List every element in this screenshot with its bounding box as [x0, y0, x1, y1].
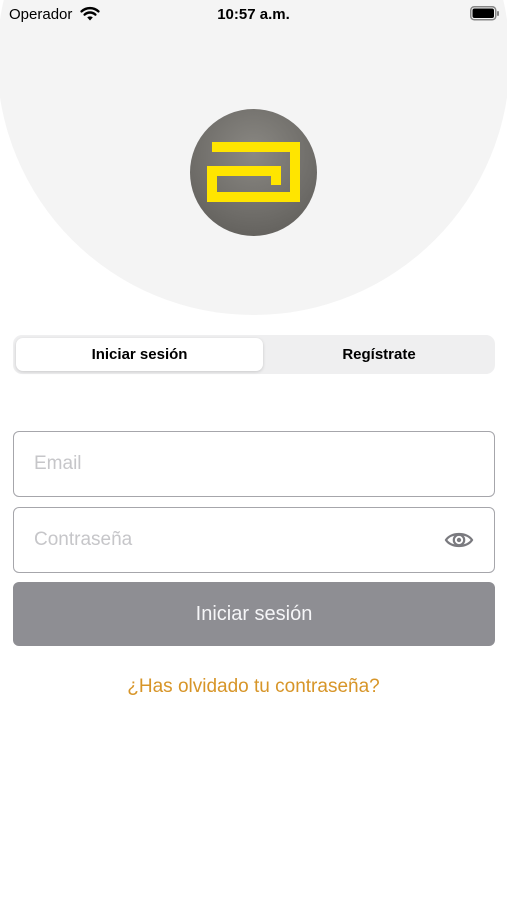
password-field[interactable]: [34, 508, 444, 572]
password-field-container: [13, 507, 495, 573]
status-time: 10:57 a.m.: [217, 6, 290, 23]
brand-logo: [190, 109, 317, 236]
email-field-container: [13, 431, 495, 497]
auth-segmented-control: Iniciar sesión Regístrate: [13, 335, 495, 374]
email-field[interactable]: [34, 432, 444, 496]
status-bar: Operador 10:57 a.m.: [0, 0, 507, 28]
eye-icon[interactable]: [444, 528, 474, 557]
tab-login[interactable]: Iniciar sesión: [16, 338, 263, 371]
forgot-password-link[interactable]: ¿Has olvidado tu contraseña?: [0, 676, 507, 698]
brand-logo-icon: [207, 142, 300, 202]
tab-register[interactable]: Regístrate: [266, 338, 492, 371]
battery-icon: [470, 6, 500, 26]
login-button[interactable]: Iniciar sesión: [13, 582, 495, 646]
